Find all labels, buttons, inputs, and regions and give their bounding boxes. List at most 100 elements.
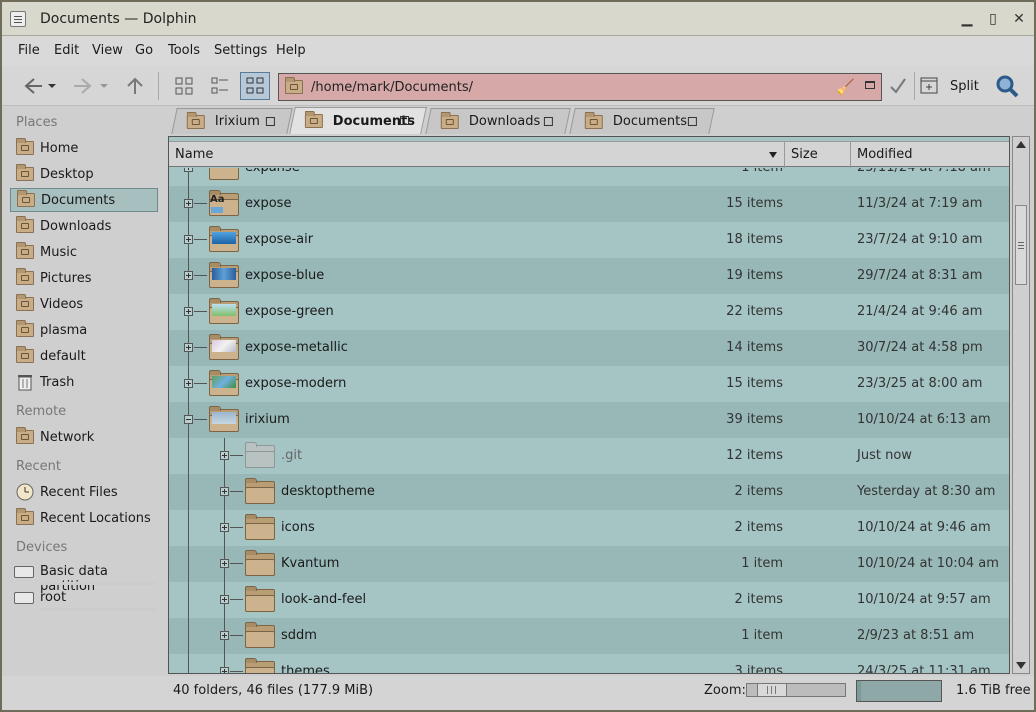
sidebar-item-documents[interactable]: Documents (10, 188, 158, 212)
close-tab-icon[interactable] (265, 117, 275, 126)
sidebar-item-recent-locations[interactable]: Recent Locations (10, 506, 158, 530)
menu-help[interactable]: Help (276, 43, 306, 58)
menu-view[interactable]: View (92, 43, 123, 58)
zoom-slider[interactable] (746, 683, 846, 697)
table-row[interactable]: expose-green 22 items 21/4/24 at 9:46 am (169, 294, 1009, 330)
menu-tools[interactable]: Tools (168, 43, 200, 58)
tab-irixium-0[interactable]: Irixium (171, 108, 293, 134)
sidebar-item-trash[interactable]: Trash (10, 370, 158, 394)
file-name[interactable]: sddm (281, 628, 317, 643)
table-row[interactable]: .git 12 items Just now (169, 438, 1009, 474)
column-name[interactable]: Name (169, 142, 785, 168)
table-row[interactable]: Kvantum 1 item 10/10/24 at 10:04 am (169, 546, 1009, 582)
sidebar-item-videos[interactable]: Videos (10, 292, 158, 316)
expand-icon[interactable] (220, 451, 229, 460)
expand-icon[interactable] (220, 631, 229, 640)
split-button[interactable]: Split (920, 72, 984, 100)
file-name[interactable]: themes (281, 664, 330, 673)
expand-icon[interactable] (184, 379, 193, 388)
file-name[interactable]: icons (281, 520, 315, 535)
sidebar-item-pictures[interactable]: Pictures (10, 266, 158, 290)
close-tab-icon[interactable] (687, 117, 697, 126)
sidebar-item-desktop[interactable]: Desktop (10, 162, 158, 186)
close-button[interactable]: ✕ (1010, 10, 1028, 28)
scroll-up-icon[interactable] (1016, 141, 1026, 148)
expand-icon[interactable] (184, 199, 193, 208)
window-menu-icon[interactable] (10, 11, 26, 27)
table-row[interactable]: look-and-feel 2 items 10/10/24 at 9:57 am (169, 582, 1009, 618)
sidebar-item-plasma[interactable]: plasma (10, 318, 158, 342)
table-row[interactable]: icons 2 items 10/10/24 at 9:46 am (169, 510, 1009, 546)
menu-go[interactable]: Go (135, 43, 153, 58)
scroll-down-icon[interactable] (1016, 662, 1026, 669)
expand-icon[interactable] (220, 667, 229, 673)
tab-downloads-2[interactable]: Downloads (425, 108, 571, 134)
close-tab-icon[interactable] (400, 116, 409, 125)
icons-view-button[interactable] (170, 72, 198, 100)
location-path[interactable]: /home/mark/Documents/ (311, 80, 473, 95)
table-row[interactable]: Aa expose 15 items 11/3/24 at 7:19 am (169, 186, 1009, 222)
tab-documents-3[interactable]: Documents (569, 108, 715, 134)
clear-location-icon[interactable]: 🧹 (836, 78, 855, 96)
free-space-bar[interactable] (856, 680, 942, 702)
file-view[interactable]: Name Size Modified expanse 1 item 25/11/24… (168, 136, 1010, 674)
table-row[interactable]: themes 3 items 24/3/25 at 11:31 am (169, 654, 1009, 673)
expand-icon[interactable] (184, 168, 193, 172)
vertical-scrollbar[interactable] (1012, 136, 1030, 674)
menu-edit[interactable]: Edit (54, 43, 79, 58)
expand-icon[interactable] (220, 523, 229, 532)
up-button[interactable] (122, 72, 148, 100)
tab-documents-1[interactable]: Documents (289, 107, 427, 134)
minimize-button[interactable]: ▁ (958, 10, 976, 28)
zoom-slider-handle[interactable] (757, 684, 787, 696)
menu-settings[interactable]: Settings (214, 43, 267, 58)
file-name[interactable]: expose-metallic (245, 340, 348, 355)
expand-icon[interactable] (184, 271, 193, 280)
table-row[interactable]: sddm 1 item 2/9/23 at 8:51 am (169, 618, 1009, 654)
sidebar-item-home[interactable]: Home (10, 136, 158, 160)
expand-icon[interactable] (184, 307, 193, 316)
maximize-button[interactable]: ▯ (984, 10, 1002, 28)
sidebar-item-default[interactable]: default (10, 344, 158, 368)
title-bar[interactable]: Documents — Dolphin ▁ ▯ ✕ (2, 2, 1034, 36)
file-name[interactable]: irixium (245, 412, 290, 427)
table-row[interactable]: expose-metallic 14 items 30/7/24 at 4:58 p… (169, 330, 1009, 366)
table-row[interactable]: expanse 1 item 25/11/24 at 7:18 am (169, 168, 1009, 186)
table-row[interactable]: irixium 39 items 10/10/24 at 6:13 am (169, 402, 1009, 438)
device-root[interactable]: root (14, 588, 160, 618)
forward-button[interactable] (70, 72, 112, 100)
file-name[interactable]: expose-blue (245, 268, 324, 283)
file-name[interactable]: expose-green (245, 304, 334, 319)
close-tab-icon[interactable] (543, 117, 553, 126)
column-modified[interactable]: Modified (851, 142, 1009, 168)
expand-icon[interactable] (184, 235, 193, 244)
file-name[interactable]: expose-air (245, 232, 313, 247)
scroll-thumb[interactable] (1015, 205, 1027, 285)
details-view-button[interactable] (240, 72, 270, 100)
expand-icon[interactable] (184, 343, 193, 352)
expand-icon[interactable] (220, 559, 229, 568)
collapse-icon[interactable] (184, 415, 193, 424)
sidebar-item-downloads[interactable]: Downloads (10, 214, 158, 238)
file-name[interactable]: expose-modern (245, 376, 346, 391)
confirm-location-button[interactable] (886, 72, 910, 100)
table-row[interactable]: expose-modern 15 items 23/3/25 at 8:00 am (169, 366, 1009, 402)
table-row[interactable]: desktoptheme 2 items Yesterday at 8:30 am (169, 474, 1009, 510)
file-name[interactable]: look-and-feel (281, 592, 366, 607)
back-button[interactable] (18, 72, 60, 100)
menu-file[interactable]: File (18, 43, 40, 58)
table-row[interactable]: expose-air 18 items 23/7/24 at 9:10 am (169, 222, 1009, 258)
table-row[interactable]: expose-blue 19 items 29/7/24 at 8:31 am (169, 258, 1009, 294)
search-button[interactable] (992, 72, 1022, 100)
column-size[interactable]: Size (785, 142, 851, 168)
file-name[interactable]: expanse (245, 168, 300, 175)
file-name[interactable]: .git (281, 448, 302, 463)
sidebar-item-music[interactable]: Music (10, 240, 158, 264)
expand-icon[interactable] (220, 595, 229, 604)
expand-icon[interactable] (220, 487, 229, 496)
file-name[interactable]: expose (245, 196, 291, 211)
file-name[interactable]: desktoptheme (281, 484, 375, 499)
compact-view-button[interactable] (206, 72, 234, 100)
file-name[interactable]: Kvantum (281, 556, 339, 571)
sidebar-item-network[interactable]: Network (10, 425, 158, 449)
